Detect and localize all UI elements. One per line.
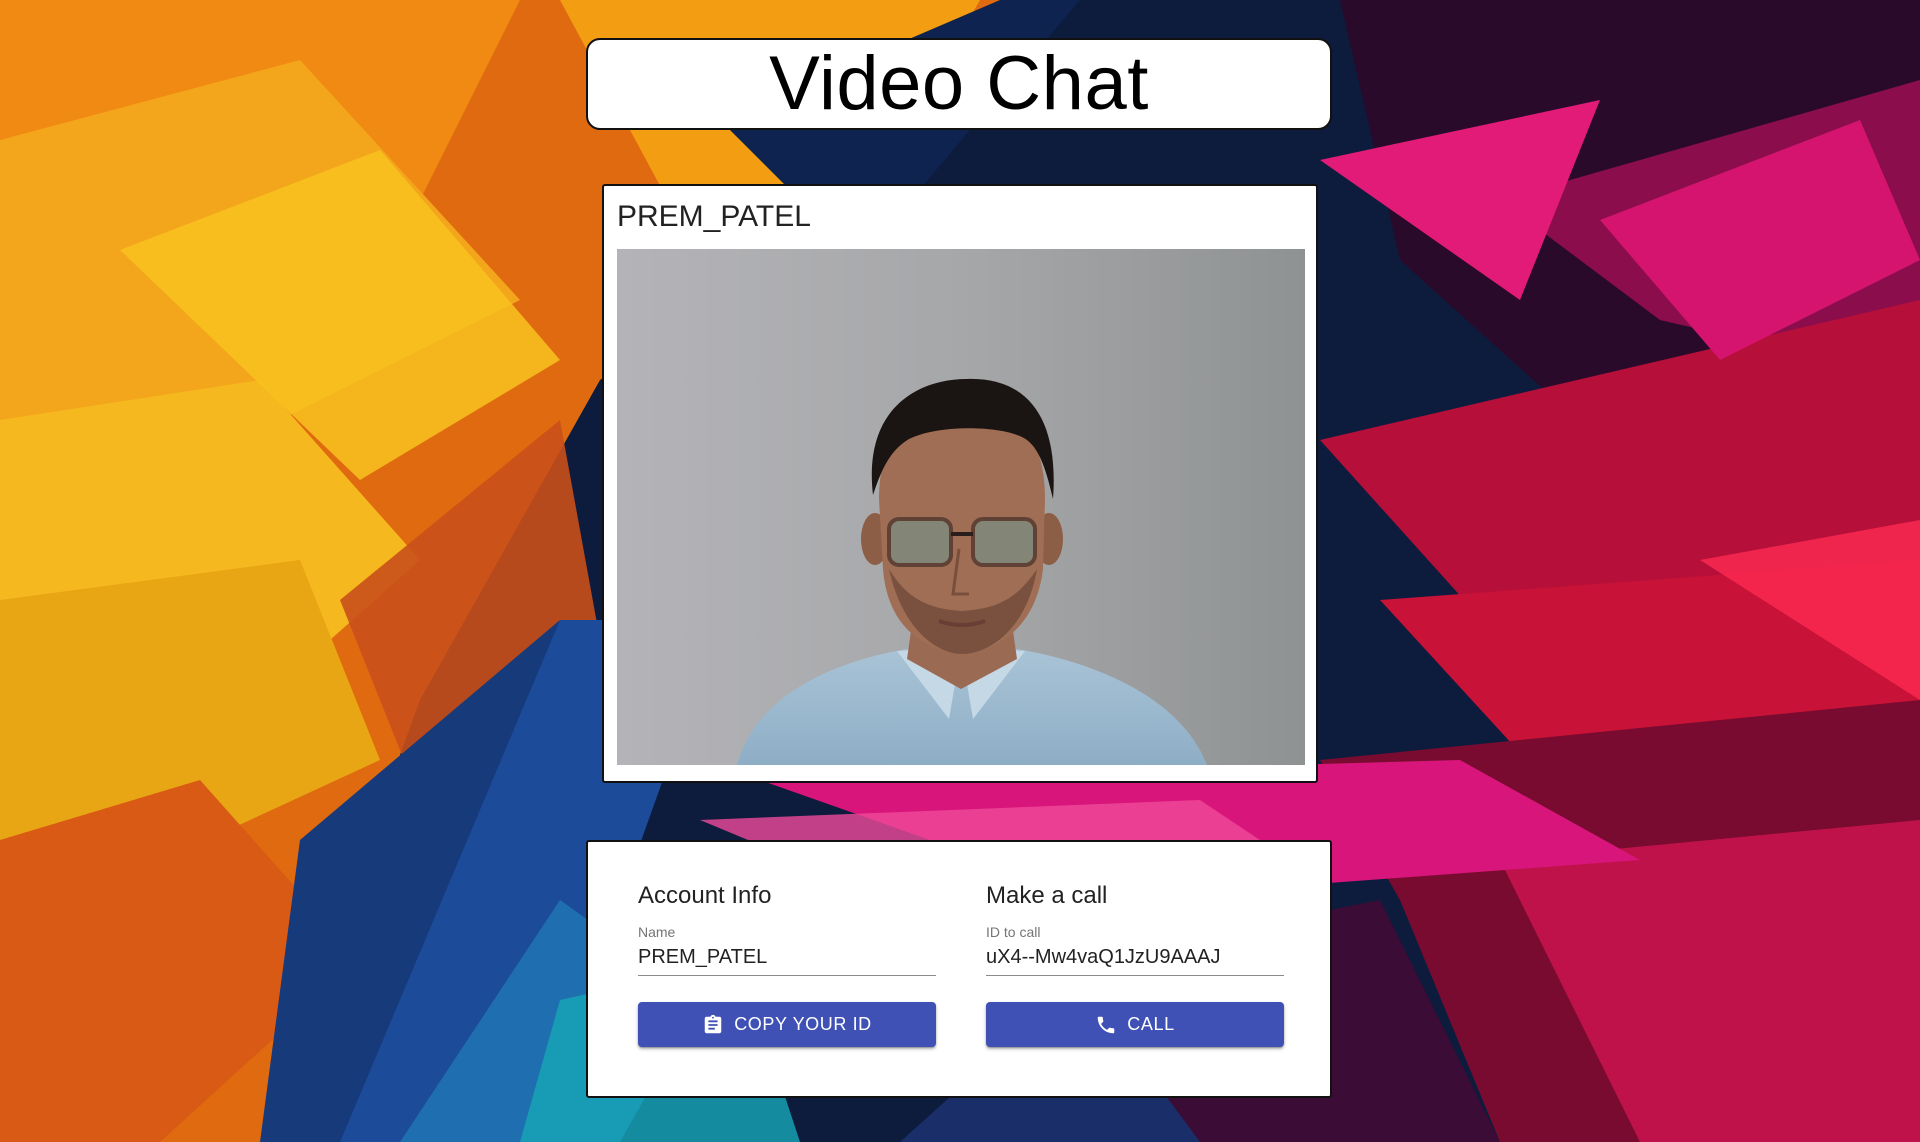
app-title: Video Chat [769,41,1149,126]
account-info-section: Account Info Name COPY YOUR ID [638,882,936,1047]
name-field: Name [638,924,936,976]
make-call-heading: Make a call [986,882,1108,909]
copy-id-button[interactable]: COPY YOUR ID [638,1002,936,1047]
make-call-section: Make a call ID to call CALL [986,882,1284,1047]
video-participant-name: PREM_PATEL [617,200,811,233]
call-button[interactable]: CALL [986,1002,1284,1047]
name-label: Name [638,924,676,940]
clipboard-icon [702,1014,724,1036]
app-title-box: Video Chat [586,38,1332,130]
copy-id-button-label: COPY YOUR ID [734,1014,872,1034]
controls-card: Account Info Name COPY YOUR ID Make a ca… [586,840,1332,1098]
account-info-heading: Account Info [638,882,772,909]
id-to-call-field: ID to call [986,924,1284,976]
video-card: PREM_PATEL [602,184,1318,783]
id-to-call-label: ID to call [986,924,1041,940]
webcam-video [617,249,1305,765]
phone-icon [1095,1014,1117,1036]
name-input[interactable] [638,946,936,969]
id-to-call-input[interactable] [986,946,1284,969]
call-button-label: CALL [1127,1014,1175,1034]
webcam-person-image [617,249,1305,765]
